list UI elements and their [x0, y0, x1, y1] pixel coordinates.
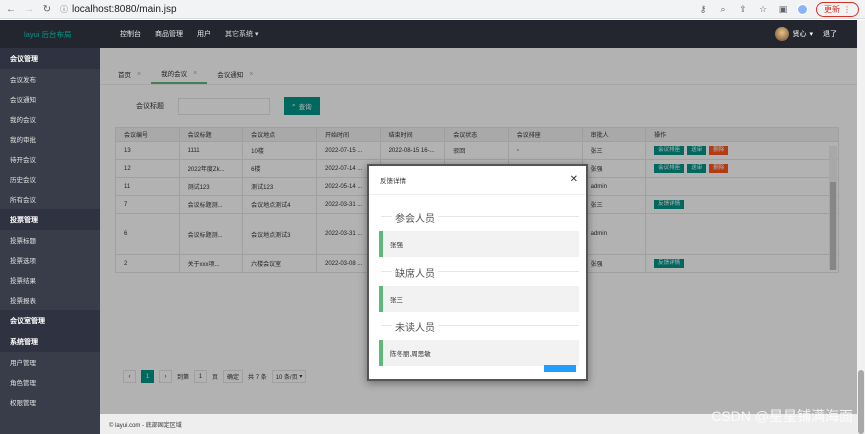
key-icon[interactable]: ⚷	[697, 4, 709, 15]
nav-products[interactable]: 商品管理	[155, 29, 183, 39]
update-button[interactable]: 更新 ⋮	[816, 1, 859, 17]
sidebar-item[interactable]: 我的会议	[0, 109, 100, 129]
sidebar-group[interactable]: 系统管理	[0, 331, 100, 352]
reload-icon[interactable]: ↻	[42, 4, 52, 15]
sidebar-item[interactable]: 所有会议	[0, 189, 100, 209]
sidebar-group[interactable]: 投票管理	[0, 209, 100, 230]
avatar	[775, 27, 790, 41]
sidebar-item[interactable]: 投票结果	[0, 270, 100, 290]
url-text: localhost:8080/main.jsp	[72, 3, 177, 15]
update-label: 更新	[824, 4, 840, 14]
logout-link[interactable]: 退了	[823, 29, 837, 39]
profile-icon[interactable]	[797, 3, 808, 15]
nav-other-label: 其它系统	[225, 31, 253, 38]
modal-confirm-button[interactable]	[544, 365, 576, 372]
browser-toolbar: ← → ↻ ⓘ localhost:8080/main.jsp ⚷ ⌕ ⇪ ☆ …	[0, 0, 865, 19]
back-icon[interactable]: ←	[6, 4, 16, 15]
user-name: 贤心	[792, 31, 807, 38]
sidebar-group[interactable]: 会议管理	[0, 48, 100, 69]
sidebar-item[interactable]: 角色管理	[0, 372, 100, 392]
attendees-fieldset: 参会人员	[381, 210, 579, 226]
page-scrollbar[interactable]	[857, 20, 865, 434]
page-scroll-thumb[interactable]	[858, 370, 864, 434]
caret-down-icon: ▾	[254, 31, 259, 38]
info-icon: ⓘ	[60, 4, 68, 14]
sidebar-item[interactable]: 投票标题	[0, 230, 100, 250]
forward-icon[interactable]: →	[24, 4, 34, 15]
user-menu[interactable]: 贤心 ▾	[775, 27, 813, 41]
sidebar-item[interactable]: 权限管理	[0, 392, 100, 412]
sidebar-group[interactable]: 会议室管理	[0, 310, 100, 331]
absent-legend: 缺席人员	[392, 265, 438, 280]
sidebar-item[interactable]: 历史会议	[0, 169, 100, 189]
watermark: CSDN @星星铺满海面	[711, 408, 853, 424]
app-logo: layui 后台布局	[24, 29, 72, 39]
sidebar-item[interactable]: 待开会议	[0, 149, 100, 169]
modal-title: 反馈详情	[369, 166, 586, 195]
sidebar-item[interactable]: 投票报表	[0, 290, 100, 310]
feedback-modal: 反馈详情 ✕ 参会人员 张强 缺席人员 张三 未读人员 陈冬丽,周思敏	[367, 164, 588, 381]
zoom-icon[interactable]: ⌕	[717, 4, 729, 15]
unread-list: 陈冬丽,周思敏	[379, 340, 579, 366]
nav-other[interactable]: 其它系统 ▾	[225, 29, 258, 39]
sidebar-item[interactable]: 投票选项	[0, 250, 100, 270]
star-icon[interactable]: ☆	[757, 4, 769, 15]
sidebar-item[interactable]: 会议发布	[0, 69, 100, 89]
user-area: 贤心 ▾ 退了	[775, 27, 837, 41]
app-header: layui 后台布局 控制台 商品管理 用户 其它系统 ▾ 贤心 ▾ 退了	[0, 20, 857, 48]
absent-list: 张三	[379, 286, 579, 312]
absent-fieldset: 缺席人员	[381, 265, 579, 281]
attendees-list: 张强	[379, 231, 579, 257]
close-icon[interactable]: ✕	[570, 174, 578, 185]
address-bar[interactable]: ⓘ localhost:8080/main.jsp	[60, 4, 177, 15]
caret-down-icon: ▾	[809, 31, 813, 38]
nav-console[interactable]: 控制台	[120, 29, 141, 39]
sidebar-item[interactable]: 会议通知	[0, 89, 100, 109]
attendees-legend: 参会人员	[392, 210, 438, 225]
unread-legend: 未读人员	[392, 319, 438, 334]
share-icon[interactable]: ⇪	[737, 4, 749, 15]
sidepanel-icon[interactable]: ▣	[777, 4, 789, 15]
sidebar: 会议管理 会议发布 会议通知 我的会议 我的审批 待开会议 历史会议 所有会议 投票管理 投票标题…	[0, 48, 100, 434]
menu-dots-icon: ⋮	[843, 4, 851, 14]
sidebar-item[interactable]: 我的审批	[0, 129, 100, 149]
top-nav: 控制台 商品管理 用户 其它系统 ▾	[120, 29, 258, 39]
unread-fieldset: 未读人员	[381, 319, 579, 335]
sidebar-item[interactable]: 用户管理	[0, 352, 100, 372]
nav-users[interactable]: 用户	[197, 29, 211, 39]
